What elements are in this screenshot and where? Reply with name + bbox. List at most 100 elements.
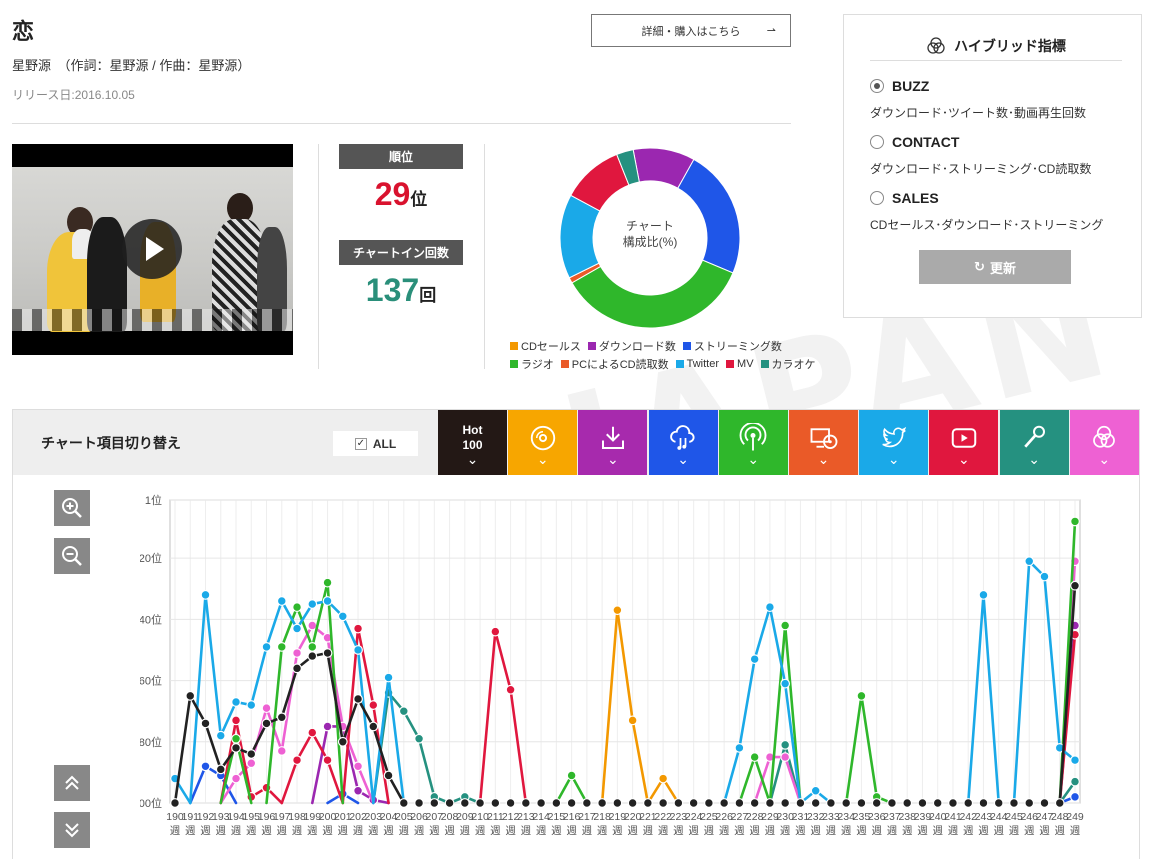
data-point[interactable]	[368, 700, 379, 710]
data-point[interactable]	[765, 798, 775, 808]
zoom-out-button[interactable]	[54, 538, 90, 574]
data-point[interactable]	[261, 642, 272, 652]
data-point[interactable]	[276, 712, 287, 723]
data-point[interactable]	[658, 798, 669, 808]
data-point[interactable]	[1024, 798, 1035, 808]
refresh-button[interactable]: ↻ 更新	[919, 250, 1071, 284]
data-point[interactable]	[307, 651, 318, 661]
data-point[interactable]	[688, 798, 699, 808]
data-point[interactable]	[353, 761, 363, 772]
data-point[interactable]	[200, 718, 211, 729]
data-point[interactable]	[1039, 798, 1050, 808]
data-point[interactable]	[581, 798, 592, 808]
data-point[interactable]	[993, 798, 1004, 808]
radio-sales[interactable]: SALES	[870, 190, 939, 206]
data-point[interactable]	[276, 746, 287, 756]
data-point[interactable]	[475, 798, 485, 808]
data-point[interactable]	[231, 773, 241, 784]
data-point[interactable]	[398, 706, 409, 717]
data-point[interactable]	[1054, 798, 1065, 808]
data-point[interactable]	[353, 785, 363, 796]
data-point[interactable]	[307, 642, 318, 652]
tab-download[interactable]: ⌄	[578, 410, 648, 475]
data-point[interactable]	[856, 798, 867, 808]
data-point[interactable]	[749, 752, 760, 762]
data-point[interactable]	[856, 690, 867, 701]
tab-cd[interactable]: ⌄	[508, 410, 578, 475]
scroll-up-button[interactable]	[54, 765, 90, 801]
data-point[interactable]	[292, 648, 302, 658]
data-point[interactable]	[566, 770, 577, 781]
data-point[interactable]	[322, 596, 333, 606]
data-point[interactable]	[1070, 755, 1080, 766]
data-point[interactable]	[353, 623, 363, 634]
tab-hybrid[interactable]: ⌄	[1069, 410, 1139, 475]
data-point[interactable]	[749, 654, 760, 665]
data-point[interactable]	[368, 721, 379, 732]
data-point[interactable]	[536, 798, 547, 808]
data-point[interactable]	[826, 798, 836, 808]
data-point[interactable]	[490, 798, 501, 808]
data-point[interactable]	[322, 648, 333, 658]
data-point[interactable]	[658, 773, 669, 784]
data-point[interactable]	[200, 589, 211, 600]
data-point[interactable]	[810, 798, 821, 808]
zoom-in-button[interactable]	[54, 490, 90, 526]
data-point[interactable]	[490, 626, 501, 637]
data-point[interactable]	[780, 752, 791, 762]
data-point[interactable]	[703, 798, 714, 808]
data-point[interactable]	[871, 798, 882, 808]
data-point[interactable]	[978, 589, 989, 600]
data-point[interactable]	[566, 798, 577, 808]
data-point[interactable]	[353, 645, 363, 655]
data-point[interactable]	[276, 642, 287, 652]
data-point[interactable]	[246, 758, 257, 769]
data-point[interactable]	[612, 605, 623, 616]
video-player[interactable]	[12, 144, 293, 355]
data-point[interactable]	[444, 798, 455, 808]
data-point[interactable]	[627, 798, 638, 808]
data-point[interactable]	[307, 727, 318, 738]
all-checkbox[interactable]: ✓ ALL	[333, 431, 418, 456]
data-point[interactable]	[337, 611, 348, 622]
data-point[interactable]	[1024, 556, 1035, 567]
data-point[interactable]	[520, 798, 531, 808]
data-point[interactable]	[261, 703, 272, 714]
data-point[interactable]	[353, 694, 363, 704]
data-point[interactable]	[1070, 580, 1080, 591]
scroll-down-button[interactable]	[54, 812, 90, 848]
data-point[interactable]	[459, 798, 470, 808]
data-point[interactable]	[795, 798, 806, 808]
tab-radio[interactable]: ⌄	[718, 410, 788, 475]
data-point[interactable]	[1070, 791, 1080, 802]
data-point[interactable]	[780, 739, 791, 750]
data-point[interactable]	[734, 798, 745, 808]
data-point[interactable]	[505, 798, 516, 808]
data-point[interactable]	[185, 690, 196, 701]
data-point[interactable]	[902, 798, 913, 808]
data-point[interactable]	[231, 697, 241, 707]
tab-streaming[interactable]: ⌄	[648, 410, 718, 475]
data-point[interactable]	[1039, 571, 1050, 582]
data-point[interactable]	[231, 733, 241, 744]
data-point[interactable]	[383, 770, 394, 781]
data-point[interactable]	[719, 798, 730, 808]
data-point[interactable]	[322, 755, 333, 766]
data-point[interactable]	[170, 798, 180, 808]
data-point[interactable]	[1070, 516, 1080, 527]
tab-twitter[interactable]: ⌄	[859, 410, 929, 475]
data-point[interactable]	[642, 798, 653, 808]
data-point[interactable]	[597, 798, 608, 808]
data-point[interactable]	[414, 733, 424, 744]
data-point[interactable]	[337, 736, 348, 747]
tab-karaoke[interactable]: ⌄	[999, 410, 1069, 475]
data-point[interactable]	[780, 678, 791, 689]
data-point[interactable]	[780, 798, 791, 808]
data-point[interactable]	[978, 798, 989, 808]
tab-mv[interactable]: ⌄	[929, 410, 999, 475]
data-point[interactable]	[749, 798, 760, 808]
radio-buzz[interactable]: BUZZ	[870, 78, 929, 94]
tab-pc[interactable]: ⌄	[789, 410, 858, 475]
data-point[interactable]	[673, 798, 684, 808]
data-point[interactable]	[292, 755, 302, 766]
